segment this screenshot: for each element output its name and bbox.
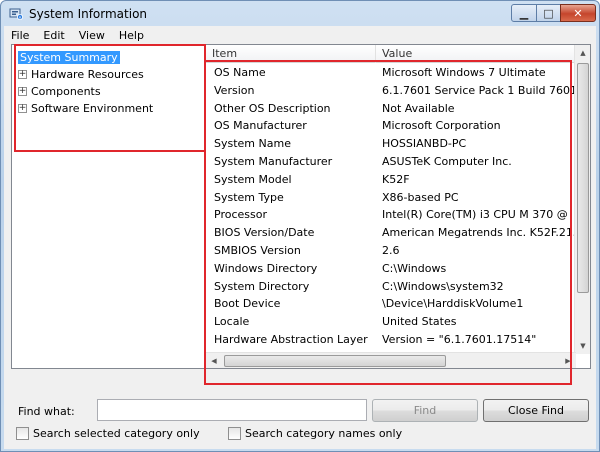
table-row[interactable]: OS Manufacturer Microsoft Corporation [206, 117, 576, 135]
tree-item-hardware-resources[interactable]: + Hardware Resources [18, 66, 144, 83]
search-category-names-checkbox[interactable]: Search category names only [228, 427, 402, 440]
scroll-left-arrow-icon[interactable]: ◀ [206, 353, 222, 368]
table-row[interactable]: Windows Directory C:\Windows [206, 260, 576, 278]
list-rows: OS Name Microsoft Windows 7 Ultimate Versi… [206, 64, 576, 356]
table-row[interactable]: Version 6.1.7601 Service Pack 1 Build 760… [206, 82, 576, 100]
menu-file[interactable]: File [4, 29, 36, 42]
row-value-cell: Intel(R) Core(TM) i3 CPU M 370 @ [382, 208, 568, 222]
title-bar[interactable]: System Information ▁ □ ✕ [1, 1, 599, 27]
row-item-cell: Locale [214, 315, 250, 329]
list-header: Item Value [206, 45, 576, 63]
row-item-cell: Other OS Description [214, 101, 331, 115]
search-selected-category-checkbox[interactable]: Search selected category only [16, 427, 200, 440]
tree-item-software-environment[interactable]: + Software Environment [18, 100, 153, 117]
menu-edit[interactable]: Edit [36, 29, 71, 42]
category-tree[interactable]: System Summary + Hardware Resources + Co… [11, 44, 207, 369]
row-value-cell: Microsoft Corporation [382, 119, 501, 133]
table-row[interactable]: System Type X86-based PC [206, 189, 576, 207]
table-row[interactable]: Processor Intel(R) Core(TM) i3 CPU M 370 … [206, 206, 576, 224]
column-header-value[interactable]: Value [376, 45, 576, 63]
vertical-scroll-thumb[interactable] [577, 63, 589, 293]
checkbox-box[interactable] [228, 427, 241, 440]
find-what-label: Find what: [18, 405, 75, 418]
row-item-cell: OS Manufacturer [214, 119, 307, 133]
column-header-item[interactable]: Item [206, 45, 376, 63]
checkbox-label: Search category names only [245, 427, 403, 440]
row-value-cell: 2.6 [382, 243, 400, 257]
menu-view[interactable]: View [72, 29, 112, 42]
row-item-cell: Processor [214, 208, 267, 222]
row-item-cell: Boot Device [214, 297, 281, 311]
expand-plus-icon[interactable]: + [18, 70, 27, 79]
table-row[interactable]: System Directory C:\Windows\system32 [206, 278, 576, 296]
table-row[interactable]: Other OS Description Not Available [206, 100, 576, 118]
row-value-cell: HOSSIANBD-PC [382, 137, 467, 151]
scroll-down-arrow-icon[interactable]: ▼ [575, 338, 590, 354]
row-item-cell: SMBIOS Version [214, 243, 301, 257]
minimize-icon: ▁ [519, 6, 529, 20]
row-value-cell: 6.1.7601 Service Pack 1 Build 7601 [382, 83, 576, 97]
find-what-input[interactable] [97, 399, 367, 421]
tree-item-label: Components [31, 85, 101, 98]
table-row[interactable]: SMBIOS Version 2.6 [206, 242, 576, 260]
table-row[interactable]: OS Name Microsoft Windows 7 Ultimate [206, 64, 576, 82]
row-value-cell: C:\Windows\system32 [382, 279, 504, 293]
row-value-cell: ASUSTeK Computer Inc. [382, 154, 512, 168]
row-item-cell: OS Name [214, 66, 266, 79]
row-value-cell: C:\Windows [382, 261, 447, 275]
menu-bar: File Edit View Help [4, 26, 596, 44]
row-value-cell: K52F [382, 172, 410, 186]
row-item-cell: System Type [214, 190, 284, 204]
tree-item-system-summary[interactable]: System Summary [18, 49, 120, 66]
checkbox-box[interactable] [16, 427, 29, 440]
close-find-button[interactable]: Close Find [483, 399, 589, 422]
window-title: System Information [29, 7, 148, 21]
table-row[interactable]: Boot Device \Device\HarddiskVolume1 [206, 295, 576, 313]
row-item-cell: System Directory [214, 279, 310, 293]
system-information-window: System Information ▁ □ ✕ File Edit View … [0, 0, 600, 452]
row-item-cell: System Manufacturer [214, 154, 333, 168]
row-value-cell: Version = "6.1.7601.17514" [382, 332, 537, 346]
table-row[interactable]: Locale United States [206, 313, 576, 331]
client-area: System Summary + Hardware Resources + Co… [4, 44, 596, 449]
horizontal-scroll-thumb[interactable] [224, 355, 446, 367]
menu-help[interactable]: Help [112, 29, 151, 42]
row-value-cell: X86-based PC [382, 190, 459, 204]
scroll-right-arrow-icon[interactable]: ▶ [560, 353, 576, 368]
find-button[interactable]: Find [372, 399, 478, 422]
details-list[interactable]: Item Value OS Name Microsoft Windows 7 Ul… [205, 44, 591, 369]
row-value-cell: United States [382, 315, 457, 329]
tree-item-label: System Summary [18, 51, 120, 64]
system-info-app-icon [9, 8, 23, 20]
row-value-cell: Not Available [382, 101, 455, 115]
row-value-cell: \Device\HarddiskVolume1 [382, 297, 524, 311]
row-item-cell: System Name [214, 137, 291, 151]
tree-item-components[interactable]: + Components [18, 83, 101, 100]
row-item-cell: Windows Directory [214, 261, 318, 275]
row-value-cell: Microsoft Windows 7 Ultimate [382, 66, 546, 79]
horizontal-scrollbar[interactable]: ◀ ▶ [206, 352, 576, 368]
table-row[interactable]: System Model K52F [206, 171, 576, 189]
scroll-up-arrow-icon[interactable]: ▲ [575, 45, 590, 61]
row-item-cell: Hardware Abstraction Layer [214, 332, 368, 346]
close-button[interactable]: ✕ [560, 4, 596, 22]
row-item-cell: BIOS Version/Date [214, 226, 315, 240]
table-row[interactable]: BIOS Version/Date American Megatrends Inc… [206, 224, 576, 242]
row-item-cell: Version [214, 83, 255, 97]
vertical-scrollbar[interactable]: ▲ ▼ [574, 45, 590, 354]
table-row[interactable]: System Name HOSSIANBD-PC [206, 135, 576, 153]
tree-item-label: Software Environment [31, 102, 154, 115]
expand-plus-icon[interactable]: + [18, 104, 27, 113]
tree-item-label: Hardware Resources [31, 68, 144, 81]
maximize-button[interactable]: □ [536, 4, 561, 22]
checkbox-label: Search selected category only [33, 427, 200, 440]
minimize-button[interactable]: ▁ [511, 4, 537, 22]
row-item-cell: System Model [214, 172, 292, 186]
row-value-cell: American Megatrends Inc. K52F.215, 09 [382, 226, 576, 240]
table-row[interactable]: System Manufacturer ASUSTeK Computer Inc. [206, 153, 576, 171]
table-row[interactable]: Hardware Abstraction Layer Version = "6.1… [206, 331, 576, 349]
expand-plus-icon[interactable]: + [18, 87, 27, 96]
maximize-icon: □ [543, 6, 554, 20]
close-icon: ✕ [573, 6, 583, 20]
